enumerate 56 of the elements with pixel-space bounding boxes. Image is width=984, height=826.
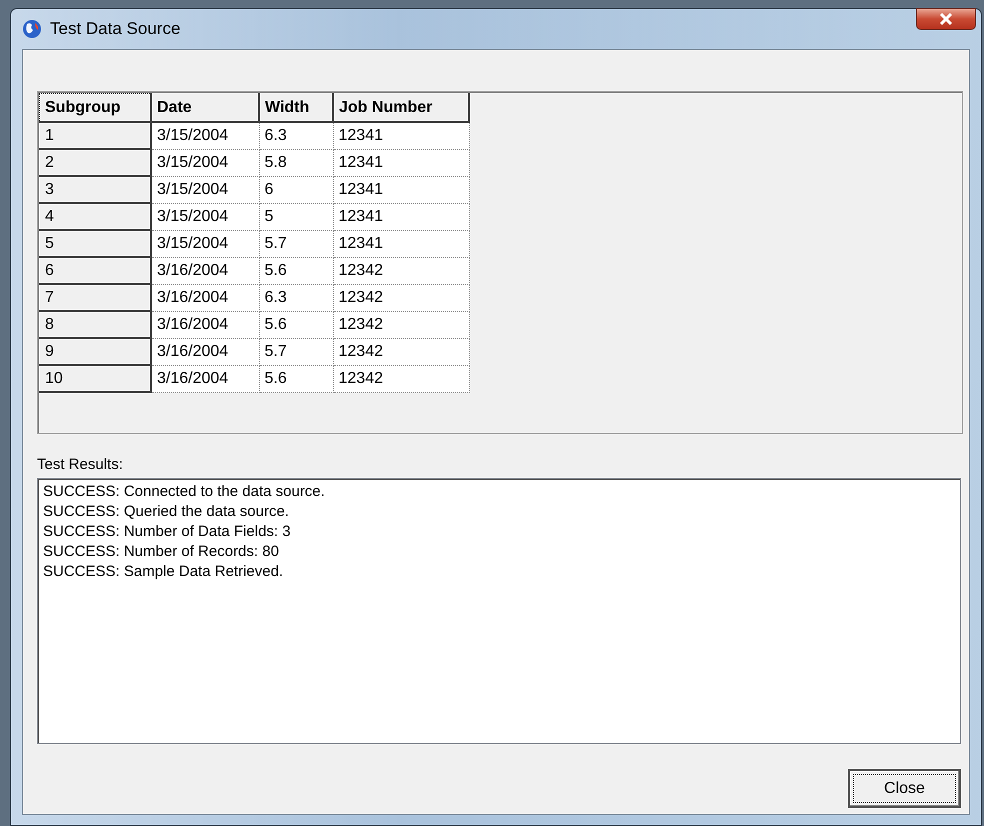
globe-icon	[22, 19, 42, 39]
column-header[interactable]: Job Number	[333, 94, 469, 122]
table-cell: 3/16/2004	[151, 311, 259, 338]
table-cell: 12341	[333, 149, 469, 176]
table-cell: 3/15/2004	[151, 122, 259, 149]
window-title: Test Data Source	[50, 19, 180, 39]
row-header[interactable]: 6	[40, 257, 151, 284]
row-header[interactable]: 9	[40, 338, 151, 365]
table-cell: 5.8	[259, 149, 333, 176]
table-cell: 12342	[333, 311, 469, 338]
column-header[interactable]: Width	[259, 94, 333, 122]
row-header[interactable]: 4	[40, 203, 151, 230]
close-icon	[939, 13, 953, 25]
row-header[interactable]: 8	[40, 311, 151, 338]
close-dialog-button[interactable]: Close	[848, 769, 961, 808]
table-cell: 12341	[333, 230, 469, 257]
table-cell: 12342	[333, 365, 469, 392]
table-cell: 5.6	[259, 311, 333, 338]
table-cell: 3/15/2004	[151, 149, 259, 176]
table-cell: 12342	[333, 284, 469, 311]
results-label: Test Results:	[37, 456, 124, 473]
result-line: SUCCESS: Queried the data source.	[43, 502, 290, 522]
table-cell: 3/16/2004	[151, 338, 259, 365]
table-cell: 6	[259, 176, 333, 203]
results-box[interactable]: SUCCESS: Connected to the data source. SUCCESS: Queried the data source. SUCCESS: Number of Data Fields: 3 SUCCESS: Number of Records: 80 SUCCESS: Sample Data Retrieved.	[37, 478, 961, 744]
row-header[interactable]: 3	[40, 176, 151, 203]
table-cell: 12341	[333, 122, 469, 149]
table-cell: 12341	[333, 176, 469, 203]
table-cell: 12342	[333, 338, 469, 365]
close-button[interactable]	[916, 8, 976, 30]
row-header[interactable]: 1	[40, 122, 151, 149]
table-cell: 3/15/2004	[151, 230, 259, 257]
result-line: SUCCESS: Number of Data Fields: 3	[43, 522, 292, 542]
table-cell: 12341	[333, 203, 469, 230]
row-header[interactable]: 10	[40, 365, 151, 392]
result-line: SUCCESS: Sample Data Retrieved.	[43, 562, 284, 582]
table-cell: 3/16/2004	[151, 284, 259, 311]
table-cell: 6.3	[259, 122, 333, 149]
table-cell: 5.6	[259, 257, 333, 284]
table-cell: 12342	[333, 257, 469, 284]
table-cell: 5.7	[259, 338, 333, 365]
row-header[interactable]: 5	[40, 230, 151, 257]
table-cell: 6.3	[259, 284, 333, 311]
table-cell: 5	[259, 203, 333, 230]
table-cell: 5.6	[259, 365, 333, 392]
table-cell: 5.7	[259, 230, 333, 257]
table-cell: 3/15/2004	[151, 203, 259, 230]
table-cell: 3/16/2004	[151, 257, 259, 284]
row-header[interactable]: 2	[40, 149, 151, 176]
row-header[interactable]: 7	[40, 284, 151, 311]
result-line: SUCCESS: Number of Records: 80	[43, 542, 280, 562]
column-header[interactable]: Date	[151, 94, 259, 122]
table-cell: 3/16/2004	[151, 365, 259, 392]
table-cell: 3/15/2004	[151, 176, 259, 203]
result-line: SUCCESS: Connected to the data source.	[43, 482, 326, 502]
column-header[interactable]: Subgroup	[40, 94, 151, 122]
